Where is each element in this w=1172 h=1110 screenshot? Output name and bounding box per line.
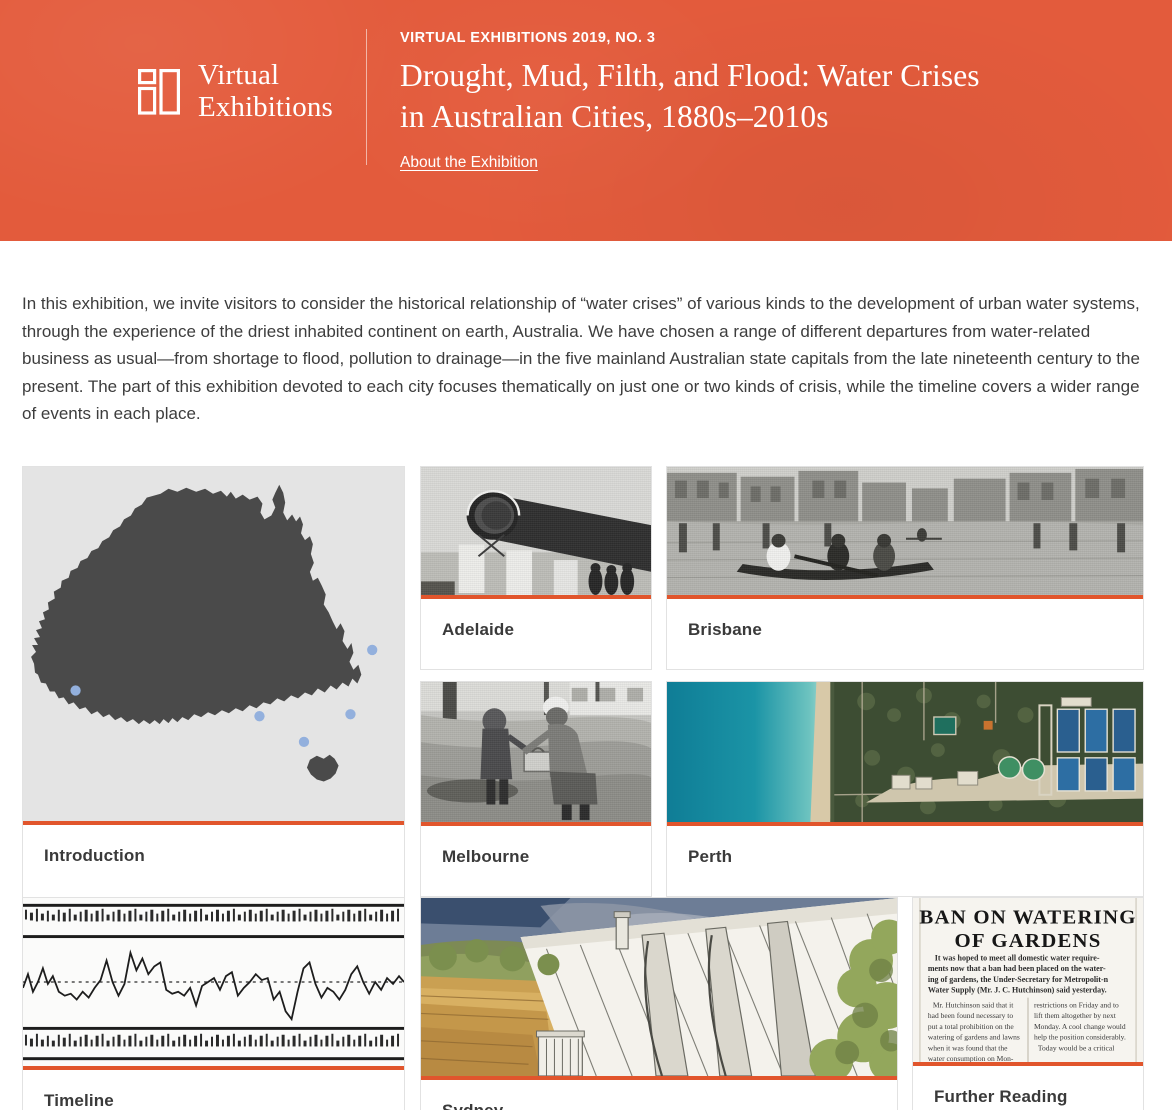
melbourne-card-media — [421, 681, 651, 826]
map-of-australia-icon — [24, 466, 403, 821]
card-further-reading[interactable]: BAN ON WATERING OF GARDENS It was hoped … — [912, 896, 1144, 1110]
svg-text:water consumption on Mon-: water consumption on Mon- — [928, 1054, 1014, 1062]
map-dot-sydney — [345, 708, 356, 720]
brisbane-card-media — [667, 466, 1143, 599]
map-dot-brisbane — [367, 644, 378, 655]
svg-text:put a total prohibition on th: put a total prohibition on the — [928, 1022, 1015, 1031]
svg-text:Monday. A cool change would: Monday. A cool change would — [1034, 1022, 1126, 1031]
svg-text:Mr. Hutchinson said that it: Mr. Hutchinson said that it — [933, 1000, 1014, 1009]
card-label: Brisbane — [688, 619, 762, 639]
svg-text:restrictions on Friday and to: restrictions on Friday and to — [1034, 1000, 1119, 1009]
card-introduction[interactable]: Introduction — [22, 465, 405, 922]
introduction-card-body: Introduction — [23, 825, 404, 887]
card-adelaide[interactable]: Adelaide — [420, 465, 652, 670]
card-label: Melbourne — [442, 846, 530, 866]
svg-text:It was hoped to meet all domes: It was hoped to meet all domestic water … — [935, 953, 1100, 962]
intro-paragraph: In this exhibition, we invite visitors t… — [22, 294, 1140, 424]
introduction-card-media — [23, 466, 404, 825]
brisbane-card-body: Brisbane — [667, 599, 1143, 661]
clipping-headline-line1: BAN ON WATERING — [919, 906, 1136, 928]
svg-text:Water Supply (Mr. J. C. Hutchi: Water Supply (Mr. J. C. Hutchinson) said… — [928, 985, 1107, 994]
card-label: Perth — [688, 846, 733, 866]
card-timeline[interactable]: Timeline — [22, 896, 405, 1110]
card-label: Sydney — [442, 1101, 503, 1110]
svg-text:help the position considerably: help the position considerably. — [1034, 1032, 1126, 1041]
map-dot-melbourne — [298, 736, 310, 747]
exhibition-card-grid: Introduction Adelaide Brisbane Melbourne… — [0, 465, 1172, 1110]
water-pipeline-photo-icon — [421, 466, 651, 595]
brand-name: Virtual Exhibitions — [198, 59, 333, 123]
newspaper-clipping-icon: BAN ON WATERING OF GARDENS It was hoped … — [913, 897, 1143, 1062]
brand-lockup[interactable]: Virtual Exhibitions — [138, 59, 333, 124]
map-dot-perth — [70, 684, 81, 696]
aerial-desalination-plant-icon — [667, 681, 1143, 822]
card-melbourne[interactable]: Melbourne — [420, 680, 652, 897]
perth-card-body: Perth — [667, 826, 1143, 888]
clipping-column-right: restrictions on Friday and to lift them … — [1034, 1000, 1126, 1052]
issue-eyebrow: VIRTUAL EXHIBITIONS 2019, NO. 3 — [400, 30, 656, 46]
svg-text:watering of gardens and lawns: watering of gardens and lawns — [928, 1032, 1020, 1041]
svg-text:lift them altogether by next: lift them altogether by next — [1034, 1011, 1117, 1020]
chart-recorder-trace-icon — [23, 897, 404, 1066]
further-reading-card-body: Further Reading — [913, 1066, 1143, 1110]
women-in-flooded-street-photo-icon — [421, 681, 651, 822]
further-reading-card-media: BAN ON WATERING OF GARDENS It was hoped … — [913, 897, 1143, 1066]
svg-text:had been found necessary to: had been found necessary to — [928, 1011, 1014, 1020]
sydney-card-media — [421, 897, 897, 1080]
card-label: Timeline — [44, 1090, 114, 1110]
masthead-divider — [366, 29, 367, 165]
about-the-exhibition-link[interactable]: About the Exhibition — [400, 154, 538, 172]
svg-text:Today would be a critical: Today would be a critical — [1038, 1043, 1114, 1052]
svg-text:ing of gardens, the Under-Secr: ing of gardens, the Under-Secretary for … — [928, 975, 1109, 984]
svg-text:ments now that a ban had been: ments now that a ban had been placed on … — [928, 964, 1106, 973]
clipping-headline-line2: OF GARDENS — [954, 930, 1101, 952]
card-label: Adelaide — [442, 619, 515, 639]
card-label: Introduction — [44, 845, 145, 865]
adelaide-card-media — [421, 466, 651, 599]
adelaide-card-body: Adelaide — [421, 599, 651, 661]
virtual-exhibitions-logo-icon — [138, 68, 180, 115]
masthead-text-block: VIRTUAL EXHIBITIONS 2019, NO. 3 Drought,… — [400, 30, 1100, 172]
timeline-card-body: Timeline — [23, 1070, 404, 1110]
card-sydney[interactable]: Sydney — [420, 896, 898, 1110]
clipping-lead-paragraph: It was hoped to meet all domestic water … — [928, 953, 1109, 994]
card-brisbane[interactable]: Brisbane — [666, 465, 1144, 670]
dam-wall-illustration-icon — [421, 897, 897, 1076]
valve-house — [536, 1030, 585, 1076]
sydney-card-body: Sydney — [421, 1080, 897, 1110]
map-dot-adelaide — [254, 710, 265, 721]
page-title: Drought, Mud, Filth, and Flood: Water Cr… — [400, 58, 980, 135]
melbourne-card-body: Melbourne — [421, 826, 651, 888]
site-masthead: Virtual Exhibitions VIRTUAL EXHIBITIONS … — [0, 0, 1172, 241]
flooded-street-rowboat-photo-icon — [667, 466, 1143, 595]
perth-card-media — [667, 681, 1143, 826]
card-perth[interactable]: Perth — [666, 680, 1144, 897]
timeline-card-media — [23, 897, 404, 1070]
card-label: Further Reading — [934, 1086, 1068, 1106]
svg-text:when it was found that the: when it was found that the — [928, 1043, 1008, 1052]
